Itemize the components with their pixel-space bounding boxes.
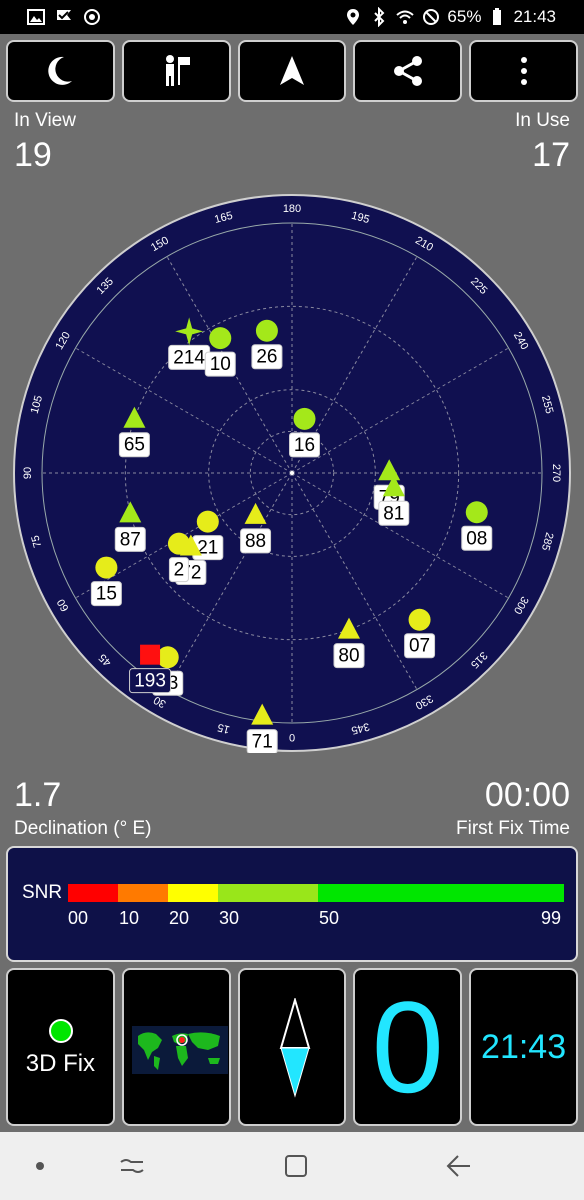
bluetooth-icon [374, 7, 385, 27]
dot-icon[interactable] [30, 1156, 50, 1176]
in-use-label: In Use [515, 110, 570, 131]
fix-status-tile[interactable]: 3D Fix [6, 968, 115, 1126]
satellite-marker [140, 644, 161, 665]
azimuth-label: 180 [283, 203, 301, 215]
snr-segment-orange [118, 884, 168, 902]
snr-legend-panel: SNR 00 10 20 30 50 99 [6, 846, 578, 962]
compass-tile[interactable] [237, 968, 347, 1126]
satellite-id: 15 [96, 584, 117, 605]
in-view-label: In View [14, 110, 76, 131]
status-time: 21:43 [513, 7, 556, 26]
fix-label: 3D Fix [25, 1050, 96, 1077]
snr-tick: 99 [541, 908, 562, 928]
snr-tick: 20 [169, 908, 190, 928]
azimuth-label: 270 [550, 464, 562, 482]
in-use-value: 17 [532, 136, 570, 174]
declination-label: Declination (° E) [14, 818, 152, 839]
moon-icon [48, 56, 73, 85]
sky-view-radar: 1801952102252402552702853003153303450153… [13, 194, 571, 753]
snr-segment-green [318, 884, 564, 902]
satellite-id: 80 [338, 646, 359, 667]
navigation-arrow-icon [279, 56, 304, 85]
clock-value: 21:43 [481, 1028, 567, 1066]
share-icon [393, 56, 422, 86]
world-map-icon [131, 1026, 228, 1074]
status-tiles: 3D Fix 0 21:43 [6, 968, 578, 1126]
declination-value: 1.7 [14, 776, 62, 814]
satellite-id: 88 [245, 531, 266, 552]
satellite-id: 65 [124, 435, 145, 456]
zenith-dot [290, 471, 294, 475]
satellite-marker [255, 319, 278, 342]
person-flag-button[interactable] [121, 40, 231, 102]
snr-segment-red [68, 884, 118, 902]
first-fix-label: First Fix Time [456, 818, 570, 839]
navigate-button[interactable] [237, 40, 347, 102]
toolbar [6, 40, 578, 102]
snr-tick: 50 [319, 908, 340, 928]
satellite-marker [196, 510, 219, 533]
night-mode-button[interactable] [6, 40, 115, 102]
battery-icon [493, 8, 502, 25]
wifi-icon [396, 10, 415, 24]
snr-label: SNR [22, 882, 63, 903]
snr-tick: 30 [219, 908, 240, 928]
done-flag-icon [57, 10, 71, 20]
satellite-id: 71 [252, 732, 273, 753]
snr-tick: 00 [68, 908, 89, 928]
satellite-id: 07 [409, 636, 430, 657]
satellite-marker [293, 407, 316, 430]
navigation-bar [0, 1132, 584, 1200]
in-view-value: 19 [14, 136, 52, 174]
compass-needle-icon [279, 998, 310, 1098]
snr-tick: 10 [119, 908, 140, 928]
speed-tile[interactable]: 0 [353, 968, 463, 1126]
satellite-id: 26 [256, 347, 277, 368]
back-arrow-icon[interactable] [444, 1152, 472, 1180]
person-flag-icon [166, 55, 191, 86]
satellite-id: 214 [173, 347, 205, 368]
snr-segment-yellow [168, 884, 218, 902]
satellite-marker [408, 608, 431, 631]
more-button[interactable] [469, 40, 578, 102]
satellite-id: 16 [294, 435, 315, 456]
gallery-icon [27, 9, 45, 25]
clock-tile[interactable]: 21:43 [469, 968, 578, 1126]
satellite-marker [209, 327, 232, 350]
azimuth-label: 90 [22, 467, 34, 479]
dnd-icon [423, 9, 440, 25]
azimuth-label: 0 [289, 731, 295, 743]
battery-percent: 65% [447, 7, 482, 26]
satellite-marker [95, 556, 118, 579]
satellite-id: 08 [466, 528, 487, 549]
location-icon [347, 9, 360, 25]
home-square-icon[interactable] [282, 1152, 310, 1180]
satellite-id: 193 [134, 671, 166, 692]
satellite-id: 10 [210, 354, 231, 375]
satellite-marker [465, 501, 488, 524]
recent-apps-icon[interactable] [118, 1152, 146, 1180]
speed-value: 0 [371, 974, 444, 1120]
first-fix-value: 00:00 [484, 776, 570, 814]
fix-indicator-dot [49, 1019, 73, 1043]
world-map-tile[interactable] [121, 968, 231, 1126]
satellite-id: 87 [120, 529, 141, 550]
satellite-id: 81 [383, 503, 404, 524]
share-button[interactable] [353, 40, 463, 102]
snr-color-bar [68, 884, 564, 902]
sync-icon [84, 9, 100, 25]
satellite-marker [167, 532, 190, 555]
status-bar: 65% 21:43 [0, 0, 584, 34]
snr-segment-yellowgreen [218, 884, 318, 902]
more-vertical-icon [520, 57, 527, 85]
satellite-id: 2 [174, 560, 185, 581]
